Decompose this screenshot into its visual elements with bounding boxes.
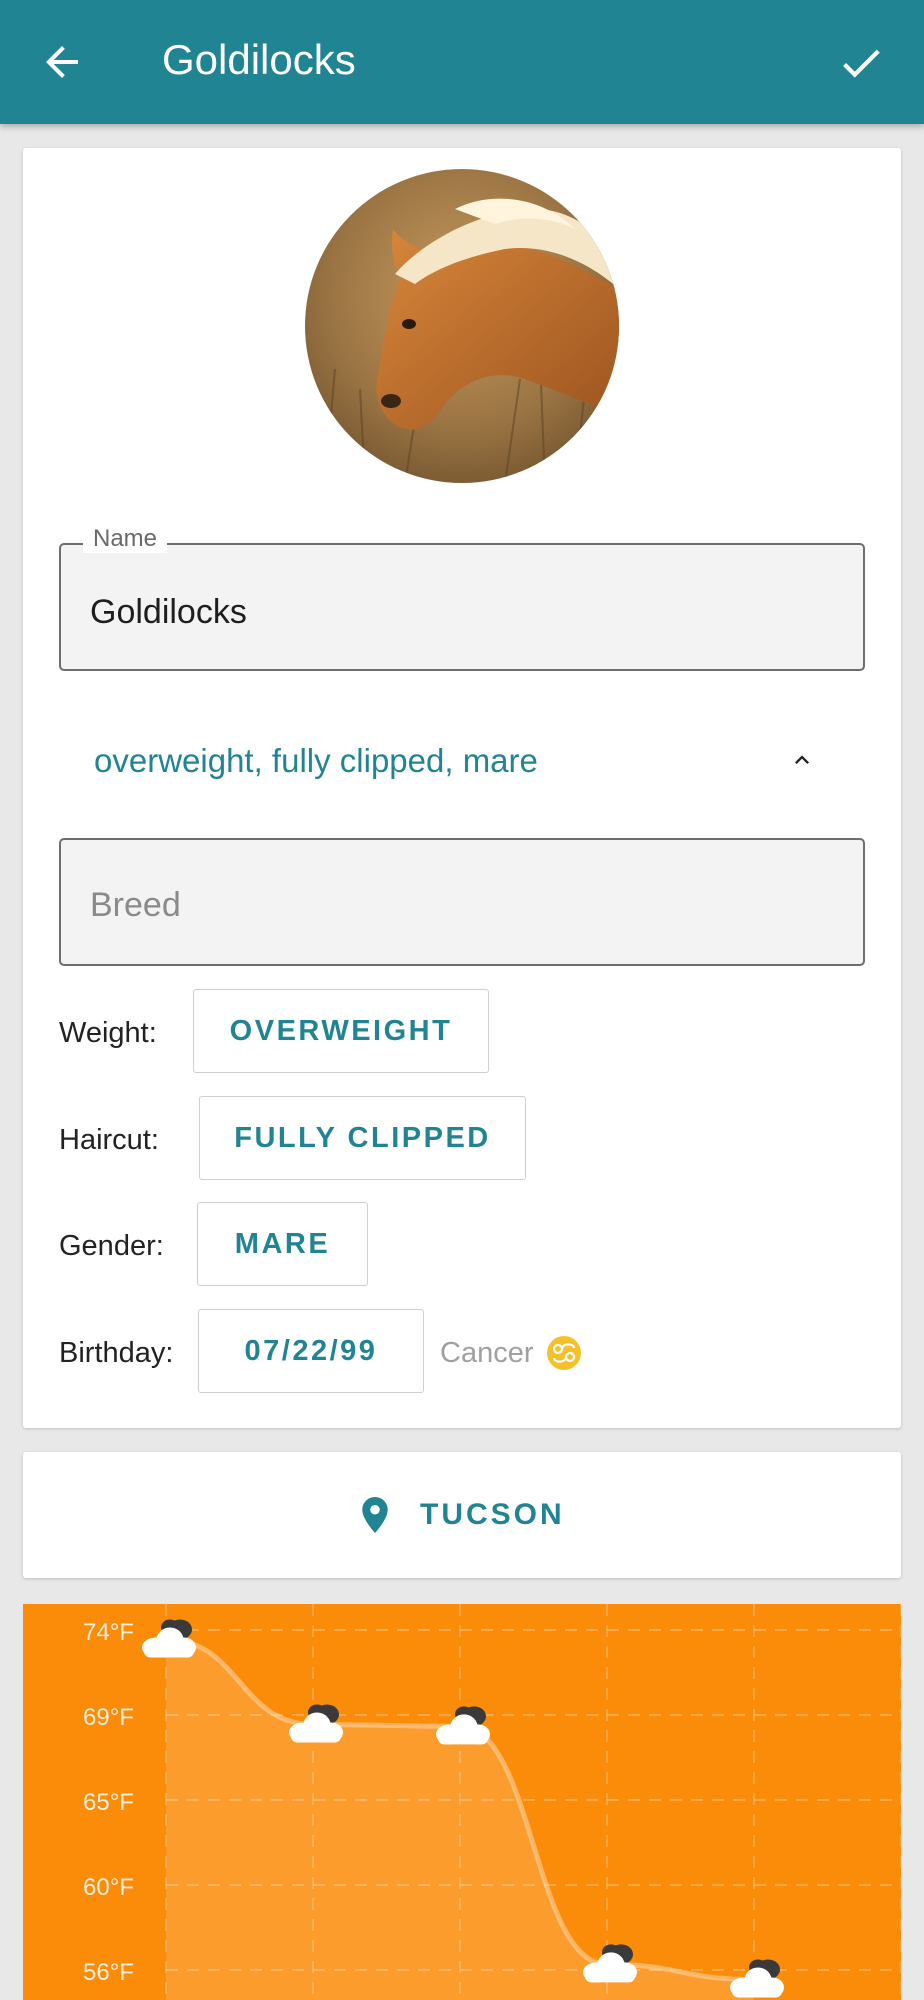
partly-cloudy-icon bbox=[289, 1704, 343, 1743]
weather-chart-svg: 74°F 69°F 65°F 60°F 56°F bbox=[83, 1604, 901, 2000]
y-tick-label: 56°F bbox=[83, 1959, 134, 1986]
location-button[interactable]: TUCSON bbox=[362, 1497, 565, 1533]
y-tick-label: 65°F bbox=[83, 1789, 134, 1816]
partly-cloudy-icon bbox=[730, 1959, 784, 1998]
partly-cloudy-icon bbox=[436, 1706, 490, 1745]
zodiac-sign-label: Cancer bbox=[440, 1336, 534, 1369]
location-pin-icon bbox=[362, 1497, 388, 1533]
y-tick-label: 69°F bbox=[83, 1704, 134, 1731]
name-field[interactable]: Name Goldilocks bbox=[59, 525, 865, 671]
location-label: TUCSON bbox=[420, 1498, 565, 1531]
weather-chart: 74°F 69°F 65°F 60°F 56°F bbox=[23, 1604, 901, 2000]
gender-button[interactable]: MARE bbox=[197, 1202, 368, 1286]
check-icon[interactable] bbox=[836, 38, 886, 88]
zodiac-sign: Cancer bbox=[440, 1335, 582, 1371]
gender-label: Gender: bbox=[59, 1230, 164, 1262]
partly-cloudy-icon bbox=[583, 1944, 637, 1983]
horse-photo[interactable] bbox=[305, 169, 619, 483]
weight-button[interactable]: OVERWEIGHT bbox=[193, 989, 489, 1073]
birthday-button[interactable]: 07/22/99 bbox=[198, 1309, 424, 1393]
page-title: Goldilocks bbox=[162, 36, 356, 83]
birthday-label: Birthday: bbox=[59, 1337, 174, 1369]
haircut-button[interactable]: FULLY CLIPPED bbox=[199, 1096, 526, 1180]
chevron-up-icon[interactable] bbox=[786, 746, 818, 774]
arrow-left-icon[interactable] bbox=[38, 38, 86, 86]
attributes-summary[interactable]: overweight, fully clipped, mare bbox=[94, 742, 538, 780]
name-field-label: Name bbox=[83, 525, 168, 553]
breed-field[interactable]: Breed bbox=[59, 838, 865, 966]
cancer-zodiac-icon bbox=[546, 1336, 581, 1370]
name-field-value[interactable]: Goldilocks bbox=[90, 593, 247, 632]
breed-placeholder: Breed bbox=[90, 886, 181, 924]
y-tick-label: 74°F bbox=[83, 1619, 134, 1646]
y-tick-label: 60°F bbox=[83, 1874, 134, 1901]
app-bar: Goldilocks bbox=[0, 0, 924, 124]
haircut-label: Haircut: bbox=[59, 1124, 159, 1156]
partly-cloudy-icon bbox=[142, 1619, 196, 1658]
weight-label: Weight: bbox=[59, 1017, 157, 1049]
